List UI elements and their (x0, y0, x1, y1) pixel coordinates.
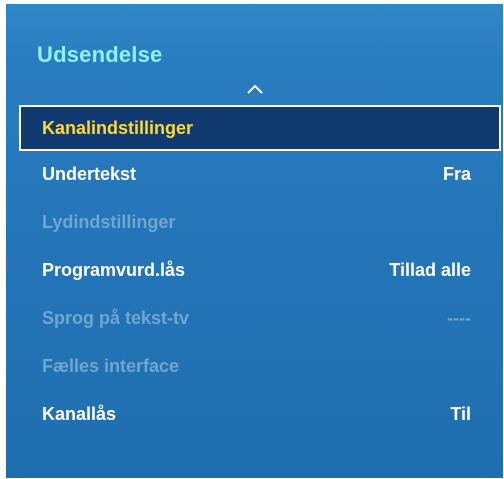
menu-item-label: Kanallås (42, 404, 117, 424)
menu-item-label: Kanalindstillinger (42, 118, 194, 138)
menu-item-label: Fælles interface (42, 356, 180, 376)
menu-item-value: Fra (442, 164, 471, 184)
menu-item-value: ---- (447, 308, 471, 328)
menu-item-kanallas[interactable]: Kanallås Til (19, 391, 501, 439)
menu-item-label: Sprog på tekst-tv (42, 308, 190, 328)
menu-item-kanalindstillinger[interactable]: Kanalindstillinger (19, 105, 501, 151)
menu-item-sprog-pa-tekst-tv: Sprog på tekst-tv ---- (19, 295, 501, 343)
menu-item-label: Lydindstillinger (42, 212, 176, 232)
menu-item-programvurd-las[interactable]: Programvurd.lås Tillad alle (19, 247, 501, 295)
menu-title: Udsendelse (37, 42, 163, 67)
chevron-up-icon[interactable] (247, 84, 263, 94)
menu-item-faelles-interface: Fælles interface (19, 343, 501, 391)
settings-menu-panel: Udsendelse Kanalindstillinger Undertekst… (6, 4, 503, 478)
menu-list: Kanalindstillinger Undertekst Fra Lydind… (19, 105, 501, 439)
menu-item-lydindstillinger: Lydindstillinger (19, 199, 501, 247)
menu-item-label: Undertekst (42, 164, 137, 184)
menu-item-value: Tillad alle (389, 260, 471, 280)
menu-item-undertekst[interactable]: Undertekst Fra (19, 151, 501, 199)
menu-item-value: Til (450, 404, 471, 424)
menu-item-label: Programvurd.lås (42, 260, 186, 280)
